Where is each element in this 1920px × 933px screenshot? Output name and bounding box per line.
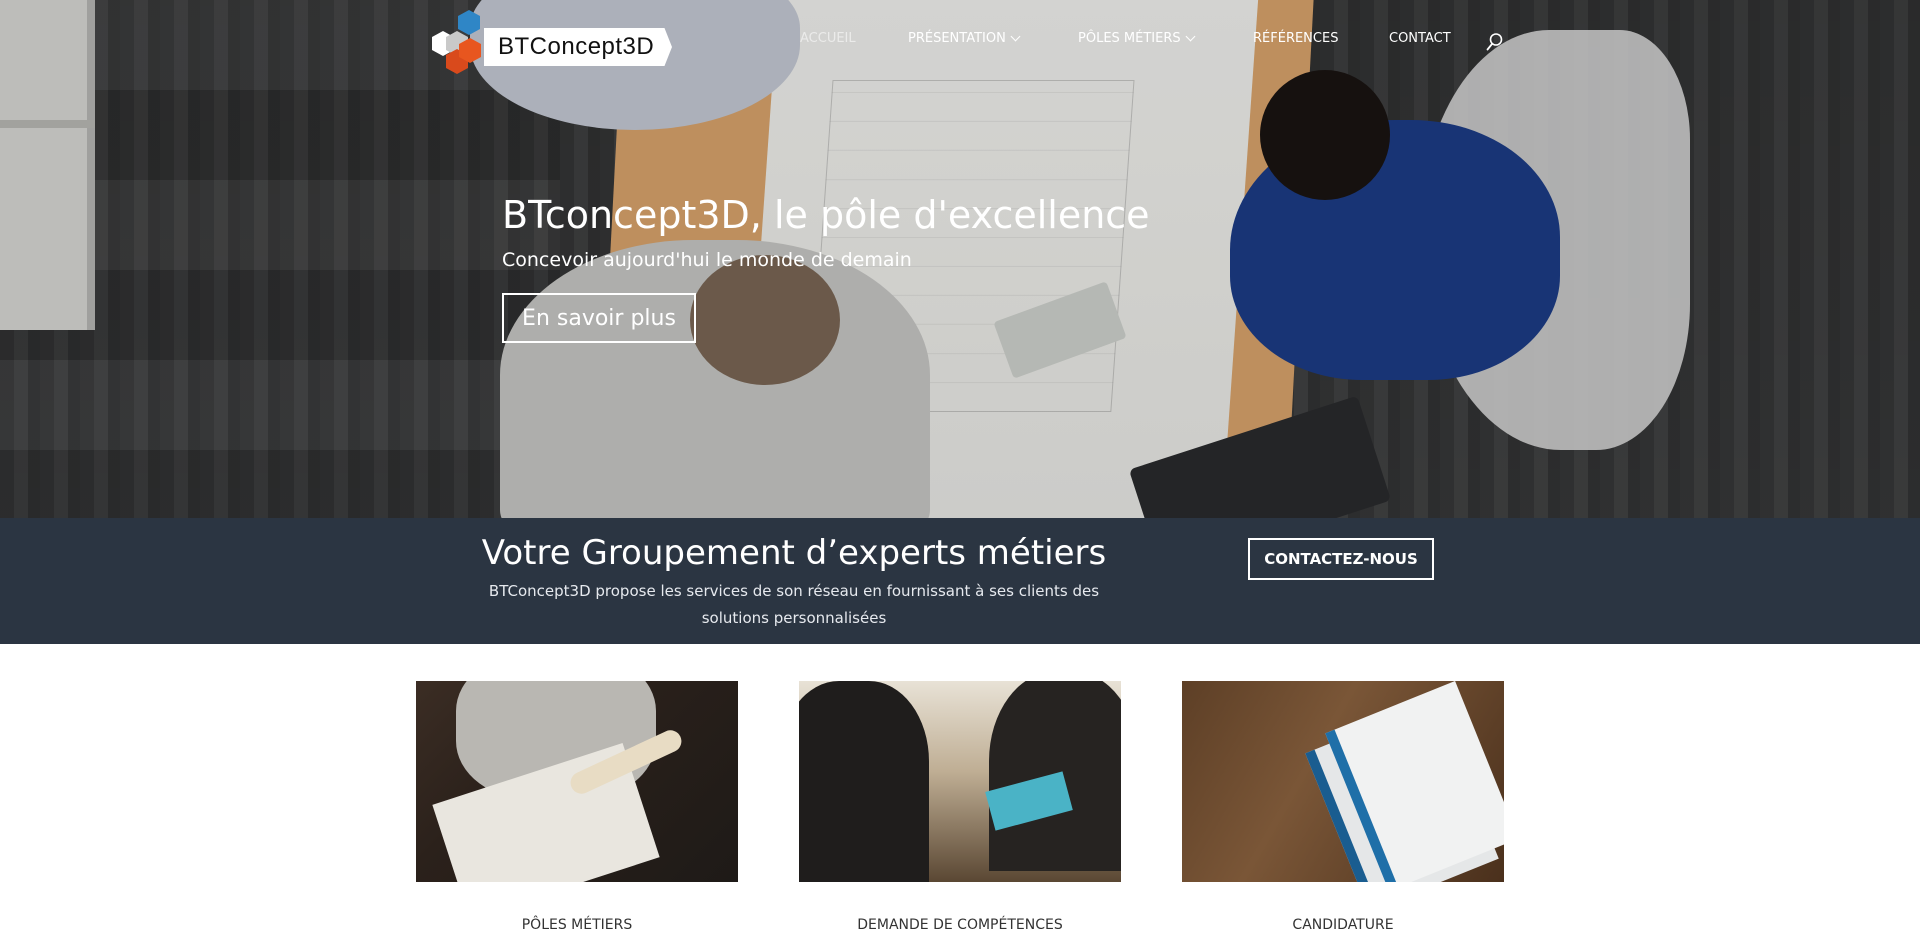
nav-presentation[interactable]: PRÉSENTATION: [908, 31, 1021, 46]
chevron-down-icon: [1185, 31, 1196, 42]
nav-label: ACCUEIL: [800, 31, 856, 46]
nav-label: PRÉSENTATION: [908, 31, 1006, 46]
nav-accueil[interactable]: ACCUEIL: [800, 31, 856, 46]
nav-contact[interactable]: CONTACT: [1389, 31, 1451, 46]
search-icon[interactable]: [1486, 32, 1504, 52]
nav-references[interactable]: RÉFÉRENCES: [1253, 31, 1338, 46]
card-poles-metiers[interactable]: PÔLES MÉTIERS: [416, 681, 738, 933]
cta-description: BTConcept3D propose les services de son …: [488, 582, 1100, 627]
card-image-architect[interactable]: [416, 681, 738, 882]
learn-more-button[interactable]: En savoir plus: [502, 293, 696, 343]
nav-label: PÔLES MÉTIERS: [1078, 31, 1181, 46]
card-caption[interactable]: DEMANDE DE COMPÉTENCES: [799, 917, 1121, 933]
card-image-handshake[interactable]: [799, 681, 1121, 882]
card-candidature[interactable]: CANDIDATURE: [1182, 681, 1504, 933]
card-image-resume[interactable]: [1182, 681, 1504, 882]
image-detail: [799, 681, 929, 882]
nav-poles-metiers[interactable]: PÔLES MÉTIERS: [1078, 31, 1196, 46]
hero-background-image: [0, 0, 1920, 518]
hero-title: BTconcept3D, le pôle d'excellence: [502, 193, 1150, 237]
nav-label: CONTACT: [1389, 31, 1451, 46]
hero-subtitle: Concevoir aujourd'hui le monde de demain: [502, 249, 912, 271]
nav-label: RÉFÉRENCES: [1253, 31, 1339, 46]
main-navigation: ACCUEIL PRÉSENTATION PÔLES MÉTIERS RÉFÉR…: [0, 31, 1920, 51]
hero-overlay: [0, 0, 1920, 518]
card-caption[interactable]: PÔLES MÉTIERS: [416, 917, 738, 933]
chevron-down-icon: [1010, 31, 1021, 42]
card-demande-competences[interactable]: DEMANDE DE COMPÉTENCES: [799, 681, 1121, 933]
contact-us-button[interactable]: CONTACTEZ-NOUS: [1248, 538, 1434, 580]
card-caption[interactable]: CANDIDATURE: [1182, 917, 1504, 933]
